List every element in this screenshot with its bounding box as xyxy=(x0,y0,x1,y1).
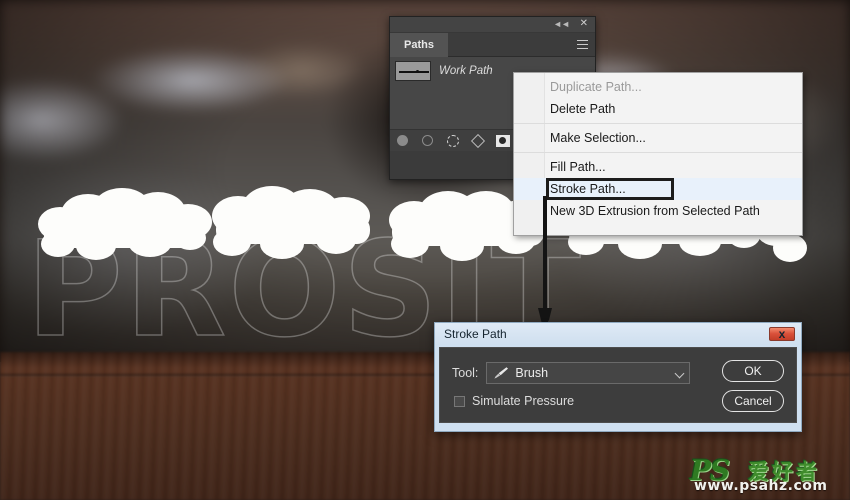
menu-item-label: New 3D Extrusion from Selected Path xyxy=(550,204,760,218)
menu-item-make-selection[interactable]: Make Selection... xyxy=(514,127,802,149)
tool-row: Tool: Brush xyxy=(452,362,691,384)
menu-separator xyxy=(514,152,802,153)
site-watermark: PS 爱好者 www.psahz.com xyxy=(686,452,844,496)
cancel-button[interactable]: Cancel xyxy=(722,390,784,412)
menu-item-label: Delete Path xyxy=(550,102,616,116)
ok-button[interactable]: OK xyxy=(722,360,784,382)
cancel-button-label: Cancel xyxy=(734,394,772,408)
double-chevron-left-icon[interactable]: ◄◄ xyxy=(553,19,570,29)
panel-tab-row: Paths xyxy=(390,33,595,57)
path-item-label: Work Path xyxy=(439,65,493,77)
menu-item-list: Duplicate Path... Delete Path Make Selec… xyxy=(514,73,802,225)
make-work-path-from-selection-icon[interactable] xyxy=(465,133,490,148)
simulate-pressure-checkbox[interactable] xyxy=(454,395,465,407)
simulate-pressure-label: Simulate Pressure xyxy=(472,394,575,408)
chevron-down-icon[interactable] xyxy=(674,368,685,379)
menu-item-label: Stroke Path... xyxy=(550,182,626,196)
load-path-as-selection-icon[interactable] xyxy=(440,134,465,147)
menu-item-new-3d-extrusion[interactable]: New 3D Extrusion from Selected Path xyxy=(514,200,802,222)
fill-path-with-foreground-color-icon[interactable] xyxy=(390,135,415,146)
tab-paths-label: Paths xyxy=(404,39,434,51)
tab-paths[interactable]: Paths xyxy=(390,33,448,57)
tool-select[interactable]: Brush xyxy=(486,362,691,384)
simulate-pressure-row[interactable]: Simulate Pressure xyxy=(454,394,574,408)
menu-item-label: Fill Path... xyxy=(550,160,606,174)
close-icon[interactable]: x xyxy=(769,327,795,341)
brush-icon xyxy=(494,367,509,379)
menu-item-label: Duplicate Path... xyxy=(550,80,642,94)
ok-button-label: OK xyxy=(744,364,762,378)
path-thumbnail xyxy=(395,61,431,81)
tool-value: Brush xyxy=(515,366,549,380)
menu-item-duplicate-path[interactable]: Duplicate Path... xyxy=(514,76,802,98)
panel-menu-icon[interactable] xyxy=(577,40,588,49)
menu-item-label: Make Selection... xyxy=(550,131,646,145)
close-icon-glyph: x xyxy=(778,327,786,341)
menu-item-fill-path[interactable]: Fill Path... xyxy=(514,156,802,178)
menu-separator xyxy=(514,123,802,124)
watermark-url: www.psahz.com xyxy=(694,478,828,494)
tool-label: Tool: xyxy=(452,366,479,380)
paths-context-menu[interactable]: Duplicate Path... Delete Path Make Selec… xyxy=(513,72,803,236)
dialog-buttons: OK Cancel xyxy=(722,360,784,412)
screenshot-stage: PROSIT PROSIT ◄◄ ✕ Paths Work Path Dupli… xyxy=(0,0,850,500)
dialog-body: Tool: Brush Simulate Pressure OK Cancel xyxy=(439,347,797,423)
panel-title-bar: ◄◄ ✕ xyxy=(390,17,595,33)
stroke-path-dialog[interactable]: Stroke Path x Tool: Brush Simulate Press… xyxy=(434,322,802,432)
close-icon[interactable]: ✕ xyxy=(580,18,588,29)
menu-item-delete-path[interactable]: Delete Path xyxy=(514,98,802,120)
add-layer-mask-icon[interactable] xyxy=(490,134,515,147)
down-arrow-annotation xyxy=(538,196,552,336)
menu-item-stroke-path[interactable]: Stroke Path... xyxy=(514,178,802,200)
stroke-path-with-brush-icon[interactable] xyxy=(415,135,440,146)
dialog-title-bar: Stroke Path x xyxy=(435,323,801,345)
dialog-title: Stroke Path xyxy=(444,327,507,341)
